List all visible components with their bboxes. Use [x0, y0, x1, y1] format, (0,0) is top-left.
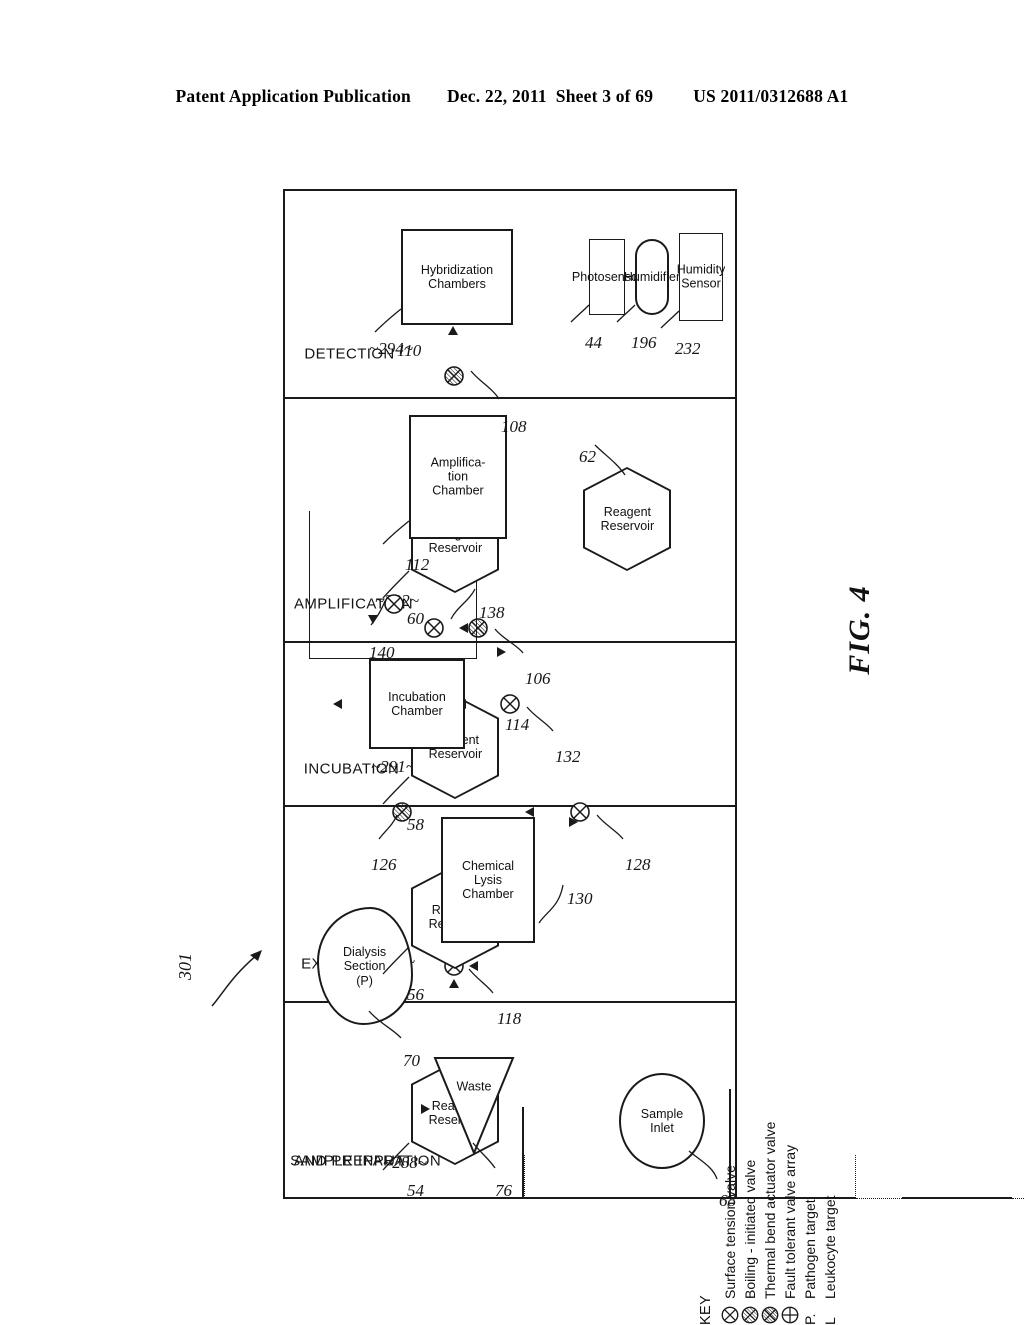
pathogen-glyph: P. [802, 1313, 818, 1325]
lead-line-76 [472, 1142, 496, 1169]
ref-138: 138 [479, 603, 505, 622]
lead-line-196 [616, 304, 636, 323]
lead-line-138 [450, 588, 476, 620]
ref-301: 301 [175, 953, 195, 980]
lead-line-44 [570, 304, 590, 323]
arrowhead-54-118 [449, 979, 459, 988]
divider-extraction-incubation [283, 805, 737, 807]
figure-label: FIG. 4 [843, 585, 876, 675]
key-label-fault-tolerant: Fault tolerant valve array [782, 1144, 798, 1299]
assembly-callout-301: 301 [150, 930, 300, 1060]
lead-line-106 [494, 628, 524, 654]
key-item-surface-tension: Surface tension valve [720, 1165, 740, 1325]
ref-106: 106 [525, 669, 551, 688]
valve-138-surface-tension[interactable] [423, 617, 445, 639]
surface-tension-valve-icon [721, 1306, 739, 1324]
ref-232: 232 [675, 339, 701, 358]
ref-112: 112 [405, 555, 430, 574]
valve-108-boiling-initiated[interactable] [443, 365, 465, 387]
hybridization-chambers: Hybridization Chambers [401, 229, 513, 325]
callout-arrow-301 [211, 950, 262, 1007]
lead-line-112 [382, 520, 410, 545]
thermal-bend-actuator-valve-icon [761, 1306, 779, 1324]
ref-70: 70 [403, 1051, 420, 1070]
ref-76: 76 [495, 1181, 512, 1200]
amplification-chamber: Amplifica- tion Chamber [409, 415, 507, 539]
ref-60: 60 [407, 609, 424, 628]
lead-line-108 [470, 370, 500, 400]
key-item-thermal-bend: Thermal bend actuator valve [760, 1122, 780, 1325]
valve-128-surface-tension[interactable] [569, 801, 591, 823]
key-label-pathogen: Pathogen target [802, 1199, 818, 1299]
lead-line-62 [594, 444, 626, 476]
key-title: KEY [698, 1295, 714, 1325]
arrowhead-dialysis-waste [421, 1104, 430, 1114]
key-label-thermal-bend: Thermal bend actuator valve [762, 1121, 778, 1299]
sheet-number: Sheet 3 of 69 [555, 86, 654, 106]
key-item-leukocyte: L Leukocyte target [822, 1195, 838, 1325]
key-label-leukocyte: Leukocyte target [822, 1195, 838, 1299]
lead-line-70 [368, 1010, 402, 1039]
flow-60-to-138 [1011, 1198, 1024, 1199]
ref-132: 132 [555, 747, 581, 766]
flow-132-to-incubation [901, 1197, 938, 1199]
ref-56: 56 [407, 985, 424, 1004]
lead-line-128 [596, 814, 624, 840]
arrowhead-108-hybridization [448, 326, 458, 335]
fault-tolerant-valve-array-icon [781, 1306, 799, 1324]
lead-line-130 [538, 884, 564, 924]
ref-140: 140 [369, 643, 395, 662]
arrowhead-128-lysis [525, 807, 534, 817]
leukocyte-glyph: L [822, 1317, 838, 1325]
chemical-lysis-chamber: Chemical Lysis Chamber [441, 817, 535, 943]
flow-58-down-132 [855, 1198, 902, 1199]
key-label-surface-tension: Surface tension valve [722, 1165, 738, 1299]
key-label-boiling-initiated: Boiling - initiated valve [742, 1159, 758, 1299]
lead-line-54 [382, 1142, 410, 1171]
arrowhead-incubation-106 [333, 699, 342, 709]
incubation-chamber: Incubation Chamber [369, 659, 465, 749]
key-item-pathogen: P. Pathogen target [802, 1199, 818, 1325]
flow-routing-106 [967, 1197, 982, 1199]
ref-108: 108 [501, 417, 527, 436]
lead-line-58 [382, 776, 410, 805]
lead-line-126 [378, 814, 398, 840]
arrowhead-inlet-118 [469, 961, 478, 971]
ref-126: 126 [371, 855, 397, 874]
publication-date: Dec. 22, 2011 [446, 86, 547, 106]
ref-110: 110 [397, 341, 422, 360]
ref-44: 44 [585, 333, 602, 352]
key-item-fault-tolerant: Fault tolerant valve array [780, 1145, 800, 1325]
flow-58-to-132 [854, 1155, 856, 1199]
sample-inlet-label: Sample Inlet [640, 1107, 684, 1136]
humidifier-node: Humidifier [624, 239, 680, 315]
arrowhead-routing-106 [459, 623, 468, 633]
figure-4-diagram: SAMPLE INPUT AND PREPARATION ~288~ EXTRA… [283, 185, 1024, 1210]
lead-line-232 [660, 310, 680, 329]
ref-54: 54 [407, 1181, 424, 1200]
patent-number: US 2011/0312688 A1 [693, 86, 849, 106]
ref-58: 58 [407, 815, 424, 834]
humidity-sensor-node: Humidity Sensor [677, 233, 725, 321]
ref-118: 118 [497, 1009, 522, 1028]
ref-128: 128 [625, 855, 651, 874]
key-item-boiling-initiated: Boiling - initiated valve [740, 1160, 760, 1325]
lead-line-56 [382, 946, 410, 975]
divider-amplification-detection [283, 397, 737, 399]
key-legend: KEY Surface tension valve Boiling - init… [698, 855, 838, 1325]
publication-label: Patent Application Publication [175, 86, 411, 106]
waste-label: Waste [456, 1080, 492, 1094]
patent-header: Patent Application Publication Dec. 22, … [0, 86, 1024, 107]
lead-line-110 [374, 308, 402, 333]
lead-line-140 [370, 600, 386, 626]
flow-106-to-138 [981, 1197, 1012, 1199]
ref-196: 196 [631, 333, 657, 352]
flow-incubation-to-106 [937, 1197, 968, 1199]
ref-114: 114 [505, 715, 530, 734]
valve-132-surface-tension[interactable] [499, 693, 521, 715]
boiling-initiated-valve-icon [741, 1306, 759, 1324]
section-num-294: ~294~ [369, 339, 413, 358]
